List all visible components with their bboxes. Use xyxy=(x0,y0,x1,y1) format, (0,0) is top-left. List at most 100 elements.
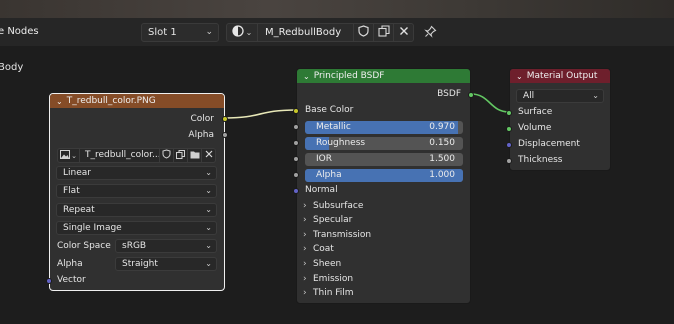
panel-specular-label: Specular xyxy=(313,215,353,225)
image-texture-node[interactable]: ⌄ T_redbull_color.PNG Color Alpha ⌄ T_re… xyxy=(46,93,228,291)
image-datablock-selector: ⌄ T_redbull_color.... xyxy=(57,148,217,163)
image-unlink-button[interactable] xyxy=(202,148,216,163)
chevron-down-icon: ⌄ xyxy=(205,241,212,250)
roughness-label: Roughness xyxy=(316,138,366,148)
projection-dropdown[interactable]: Flat ⌄ xyxy=(56,184,217,198)
image-fake-user-button[interactable] xyxy=(160,148,174,163)
input-thickness-socket[interactable] xyxy=(506,158,512,164)
panel-emission[interactable]: › Emission xyxy=(303,274,353,284)
input-alpha-socket[interactable] xyxy=(293,172,299,178)
color-space-dropdown[interactable]: sRGB ⌄ xyxy=(115,239,217,253)
panel-sheen[interactable]: › Sheen xyxy=(303,259,341,269)
metallic-slider[interactable]: Metallic 0.970 xyxy=(305,121,463,134)
panel-sheen-label: Sheen xyxy=(313,259,342,269)
alpha-mode-value: Straight xyxy=(122,259,158,269)
image-icon xyxy=(60,149,71,162)
panel-coat-label: Coat xyxy=(313,244,334,254)
image-duplicate-button[interactable] xyxy=(174,148,188,163)
panel-emission-label: Emission xyxy=(313,274,354,284)
input-vector-label: Vector xyxy=(57,275,86,285)
panel-thin-film[interactable]: › Thin Film xyxy=(303,288,354,298)
image-open-button[interactable] xyxy=(188,148,202,163)
duplicate-icon xyxy=(176,149,185,162)
chevron-down-icon: ⌄ xyxy=(205,223,212,232)
shield-icon xyxy=(162,149,171,162)
input-ior-socket[interactable] xyxy=(293,156,299,162)
chevron-down-icon: ⌄ xyxy=(205,186,212,195)
input-displacement-socket[interactable] xyxy=(506,142,512,148)
render-target-dropdown[interactable]: All ⌄ xyxy=(516,89,604,103)
metallic-label: Metallic xyxy=(316,122,351,132)
input-base-color-socket[interactable] xyxy=(293,108,299,114)
chevron-right-icon: › xyxy=(303,288,307,298)
input-displacement-label: Displacement xyxy=(518,139,580,149)
input-vector-socket[interactable] xyxy=(46,278,52,284)
image-texture-node-header[interactable]: ⌄ T_redbull_color.PNG xyxy=(50,94,224,108)
chevron-right-icon: › xyxy=(303,274,307,284)
input-normal-socket[interactable] xyxy=(293,188,299,194)
render-target-value: All xyxy=(523,91,535,101)
metallic-value: 0.970 xyxy=(429,122,455,132)
alpha-value: 1.000 xyxy=(429,170,455,180)
extension-dropdown[interactable]: Repeat ⌄ xyxy=(56,203,217,217)
panel-subsurface[interactable]: › Subsurface xyxy=(303,201,363,211)
input-thickness-label: Thickness xyxy=(518,155,563,165)
material-output-node-header[interactable]: ⌄ Material Output xyxy=(510,69,610,83)
panel-specular[interactable]: › Specular xyxy=(303,215,352,225)
principled-bsdf-node-title: Principled BSDF xyxy=(313,71,385,81)
alpha-mode-label: Alpha xyxy=(57,259,83,269)
image-name-field[interactable]: T_redbull_color.... xyxy=(80,148,160,163)
folder-icon xyxy=(190,150,200,162)
input-surface-socket[interactable] xyxy=(506,110,512,116)
chevron-down-icon: ⌄ xyxy=(71,151,77,160)
interpolation-dropdown[interactable]: Linear ⌄ xyxy=(56,166,217,180)
close-icon xyxy=(205,150,213,161)
principled-bsdf-node-header[interactable]: ⌄ Principled BSDF xyxy=(297,69,470,83)
chevron-right-icon: › xyxy=(303,259,307,269)
source-dropdown[interactable]: Single Image ⌄ xyxy=(56,221,217,235)
panel-coat[interactable]: › Coat xyxy=(303,244,334,254)
chevron-right-icon: › xyxy=(303,215,307,225)
chevron-down-icon: ⌄ xyxy=(592,91,599,100)
roughness-value: 0.150 xyxy=(429,138,455,148)
input-metallic-socket[interactable] xyxy=(293,124,299,130)
link-bsdf-to-surface xyxy=(470,93,510,113)
panel-transmission-label: Transmission xyxy=(313,230,372,240)
input-volume-socket[interactable] xyxy=(506,126,512,132)
chevron-down-icon: ⌄ xyxy=(205,205,212,214)
link-color-to-basecolor xyxy=(224,109,297,119)
collapse-chevron-icon[interactable]: ⌄ xyxy=(516,72,523,81)
output-alpha-socket[interactable] xyxy=(222,132,228,138)
principled-bsdf-node[interactable]: ⌄ Principled BSDF BSDF Base Color Metall… xyxy=(293,68,474,304)
alpha-label: Alpha xyxy=(316,170,342,180)
input-surface-label: Surface xyxy=(518,107,553,117)
color-space-label: Color Space xyxy=(57,241,111,251)
output-color-socket[interactable] xyxy=(222,116,228,122)
input-roughness-socket[interactable] xyxy=(293,140,299,146)
source-value: Single Image xyxy=(63,223,122,233)
output-alpha-label: Alpha xyxy=(188,130,214,140)
extension-value: Repeat xyxy=(63,205,95,215)
alpha-slider[interactable]: Alpha 1.000 xyxy=(305,169,463,182)
browse-image-button[interactable]: ⌄ xyxy=(57,148,80,163)
panel-transmission[interactable]: › Transmission xyxy=(303,230,371,240)
interpolation-value: Linear xyxy=(63,168,91,178)
chevron-right-icon: › xyxy=(303,244,307,254)
ior-field[interactable]: IOR 1.500 xyxy=(305,153,463,166)
roughness-slider[interactable]: Roughness 0.150 xyxy=(305,137,463,150)
collapse-chevron-icon[interactable]: ⌄ xyxy=(303,72,310,81)
material-output-node[interactable]: ⌄ Material Output All ⌄ Surface Volume Di… xyxy=(506,68,611,171)
chevron-down-icon: ⌄ xyxy=(205,259,212,268)
chevron-down-icon: ⌄ xyxy=(205,168,212,177)
alpha-mode-dropdown[interactable]: Straight ⌄ xyxy=(115,257,217,271)
material-output-node-title: Material Output xyxy=(526,71,598,81)
output-bsdf-label: BSDF xyxy=(437,89,461,99)
output-color-label: Color xyxy=(190,114,215,124)
collapse-chevron-icon[interactable]: ⌄ xyxy=(56,97,63,106)
color-space-value: sRGB xyxy=(122,241,147,251)
input-base-color-label: Base Color xyxy=(305,105,354,115)
output-bsdf-socket[interactable] xyxy=(468,92,474,98)
chevron-right-icon: › xyxy=(303,230,307,240)
input-normal-label: Normal xyxy=(305,185,338,195)
panel-thin-film-label: Thin Film xyxy=(313,288,354,298)
